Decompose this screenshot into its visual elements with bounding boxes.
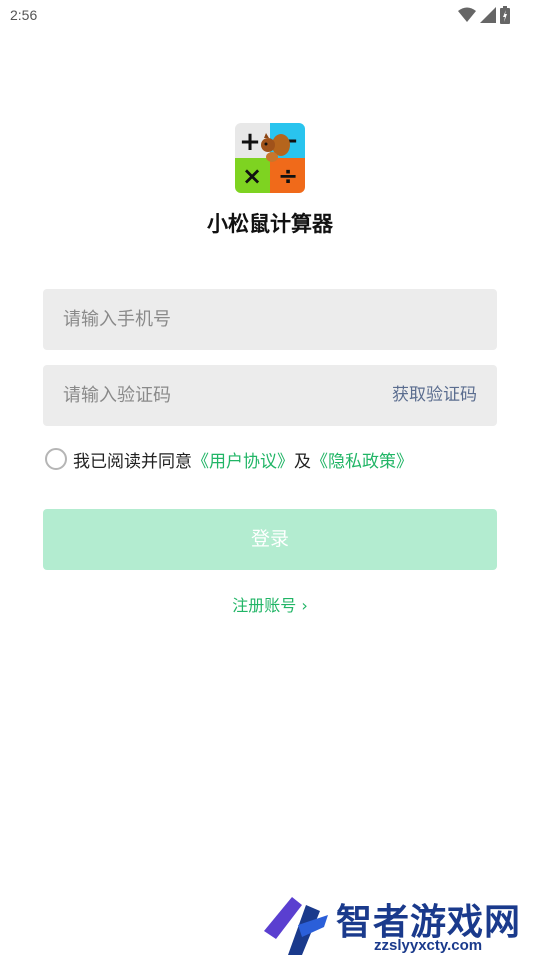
agreement-row: 我已阅读并同意 《用户协议》 及 《隐私政策》 — [45, 447, 413, 472]
agreement-conjunction: 及 — [294, 451, 311, 472]
user-agreement-link[interactable]: 《用户协议》 — [192, 447, 294, 472]
watermark-url: zzslyyxcty.com — [374, 937, 483, 954]
status-bar: 2:56 — [0, 0, 540, 32]
cell-signal-icon — [480, 7, 496, 23]
status-icons — [458, 6, 510, 24]
phone-field[interactable] — [43, 289, 497, 350]
agreement-prefix: 我已阅读并同意 — [73, 451, 192, 472]
privacy-policy-link[interactable]: 《隐私政策》 — [311, 447, 413, 472]
get-code-button[interactable]: 获取验证码 — [392, 365, 477, 426]
watermark-logo-icon — [264, 897, 328, 955]
register-link[interactable]: 注册账号 › — [0, 592, 540, 616]
verification-code-input[interactable] — [63, 365, 383, 426]
plus-symbol: + — [239, 127, 261, 157]
phone-input[interactable] — [63, 289, 383, 350]
times-symbol: × — [242, 162, 262, 190]
watermark: 智者游戏网 zzslyyxcty.com — [262, 893, 540, 960]
app-logo: + − × ÷ — [235, 123, 305, 193]
divide-symbol: ÷ — [278, 162, 298, 190]
status-time: 2:56 — [10, 7, 38, 23]
login-button[interactable]: 登录 — [43, 509, 497, 570]
agree-radio[interactable] — [45, 448, 67, 470]
wifi-icon — [458, 7, 476, 22]
battery-icon — [500, 6, 510, 24]
app-name: 小松鼠计算器 — [207, 212, 333, 236]
code-field[interactable]: 获取验证码 — [43, 365, 497, 426]
